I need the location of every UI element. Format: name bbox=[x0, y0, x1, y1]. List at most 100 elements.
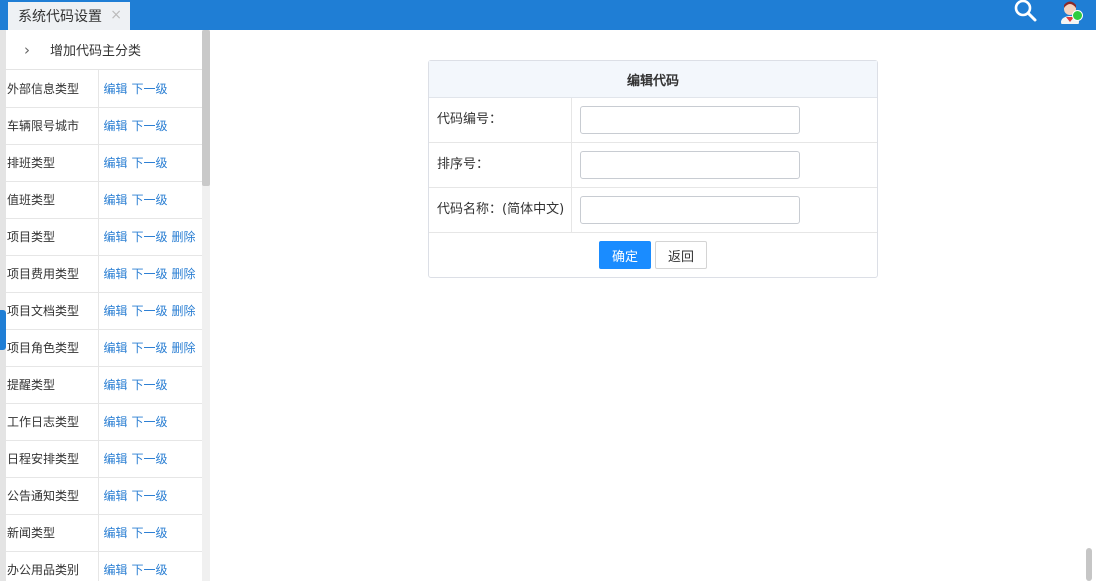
add-root-label: 增加代码主分类 bbox=[50, 44, 142, 59]
back-button[interactable]: 返回 bbox=[655, 241, 707, 269]
confirm-button[interactable]: 确定 bbox=[599, 241, 651, 269]
online-status-dot bbox=[1072, 10, 1083, 21]
next-level-link[interactable]: 下一级 bbox=[132, 267, 168, 281]
page-scrollbar-thumb[interactable] bbox=[1086, 548, 1092, 581]
category-name: 外部信息类型 bbox=[6, 70, 99, 108]
row-actions: 编辑 下一级 bbox=[98, 514, 202, 552]
delete-link[interactable]: 删除 bbox=[172, 304, 196, 318]
row-actions: 编辑 下一级 bbox=[98, 181, 202, 219]
form-row-sort-number: 排序号： bbox=[429, 143, 877, 188]
category-name: 项目角色类型 bbox=[6, 329, 99, 367]
next-level-link[interactable]: 下一级 bbox=[132, 82, 168, 96]
edit-link[interactable]: 编辑 bbox=[104, 526, 128, 540]
row-actions: 编辑 下一级 bbox=[98, 440, 202, 478]
tab-system-code-settings[interactable]: 系统代码设置 × bbox=[8, 2, 130, 30]
next-level-link[interactable]: 下一级 bbox=[132, 341, 168, 355]
next-level-link[interactable]: 下一级 bbox=[132, 156, 168, 170]
category-name: 项目费用类型 bbox=[6, 255, 99, 293]
next-level-link[interactable]: 下一级 bbox=[132, 119, 168, 133]
delete-link[interactable]: 删除 bbox=[172, 230, 196, 244]
form-row-code-name: 代码名称：(简体中文) bbox=[429, 188, 877, 233]
edit-link[interactable]: 编辑 bbox=[104, 415, 128, 429]
code-tree-panel: › 增加代码主分类 外部信息类型 编辑 下一级 车辆限号城市 编辑 下一级 排班类型 编辑 下一… bbox=[0, 30, 210, 581]
table-row: 提醒类型 编辑 下一级 bbox=[6, 366, 202, 404]
code-name-label: 代码名称：(简体中文) bbox=[429, 188, 572, 232]
add-root-category[interactable]: › 增加代码主分类 bbox=[6, 30, 202, 70]
code-category-table: 外部信息类型 编辑 下一级 车辆限号城市 编辑 下一级 排班类型 编辑 下一级 值班类型 编辑 下一级… bbox=[6, 70, 202, 581]
category-name: 工作日志类型 bbox=[6, 403, 99, 441]
row-actions: 编辑 下一级 bbox=[98, 477, 202, 515]
left-scrollbar-thumb[interactable] bbox=[202, 30, 210, 186]
category-name: 新闻类型 bbox=[6, 514, 99, 552]
table-row: 公告通知类型 编辑 下一级 bbox=[6, 477, 202, 515]
edit-link[interactable]: 编辑 bbox=[104, 489, 128, 503]
category-name: 日程安排类型 bbox=[6, 440, 99, 478]
next-level-link[interactable]: 下一级 bbox=[132, 526, 168, 540]
form-title: 编辑代码 bbox=[429, 61, 877, 98]
category-name: 值班类型 bbox=[6, 181, 99, 219]
edit-link[interactable]: 编辑 bbox=[104, 267, 128, 281]
table-row: 项目角色类型 编辑 下一级 删除 bbox=[6, 329, 202, 367]
row-actions: 编辑 下一级 bbox=[98, 551, 202, 581]
panel-edge bbox=[0, 30, 6, 581]
table-row: 日程安排类型 编辑 下一级 bbox=[6, 440, 202, 478]
sort-number-input[interactable] bbox=[580, 151, 800, 179]
row-actions: 编辑 下一级 bbox=[98, 70, 202, 108]
tab-close-icon[interactable]: × bbox=[110, 7, 122, 23]
next-level-link[interactable]: 下一级 bbox=[132, 378, 168, 392]
edit-link[interactable]: 编辑 bbox=[104, 156, 128, 170]
row-actions: 编辑 下一级 bbox=[98, 107, 202, 145]
edit-link[interactable]: 编辑 bbox=[104, 119, 128, 133]
edit-link[interactable]: 编辑 bbox=[104, 230, 128, 244]
next-level-link[interactable]: 下一级 bbox=[132, 230, 168, 244]
code-number-label: 代码编号： bbox=[429, 98, 572, 142]
table-row: 办公用品类别 编辑 下一级 bbox=[6, 551, 202, 581]
tab-title: 系统代码设置 bbox=[18, 9, 102, 25]
edit-link[interactable]: 编辑 bbox=[104, 563, 128, 577]
row-actions: 编辑 下一级 删除 bbox=[98, 292, 202, 330]
search-icon[interactable] bbox=[1012, 0, 1040, 24]
table-row: 新闻类型 编辑 下一级 bbox=[6, 514, 202, 552]
category-name: 办公用品类别 bbox=[6, 551, 99, 581]
code-number-input[interactable] bbox=[580, 106, 800, 134]
table-row: 外部信息类型 编辑 下一级 bbox=[6, 70, 202, 108]
category-name: 提醒类型 bbox=[6, 366, 99, 404]
row-actions: 编辑 下一级 bbox=[98, 144, 202, 182]
category-name: 项目文档类型 bbox=[6, 292, 99, 330]
next-level-link[interactable]: 下一级 bbox=[132, 415, 168, 429]
table-row: 项目文档类型 编辑 下一级 删除 bbox=[6, 292, 202, 330]
table-row: 值班类型 编辑 下一级 bbox=[6, 181, 202, 219]
row-actions: 编辑 下一级 删除 bbox=[98, 218, 202, 256]
next-level-link[interactable]: 下一级 bbox=[132, 193, 168, 207]
table-row: 项目类型 编辑 下一级 删除 bbox=[6, 218, 202, 256]
code-name-input[interactable] bbox=[580, 196, 800, 224]
delete-link[interactable]: 删除 bbox=[172, 267, 196, 281]
category-name: 排班类型 bbox=[6, 144, 99, 182]
next-level-link[interactable]: 下一级 bbox=[132, 452, 168, 466]
table-row: 工作日志类型 编辑 下一级 bbox=[6, 403, 202, 441]
panel-collapse-handle[interactable] bbox=[0, 310, 6, 350]
category-name: 公告通知类型 bbox=[6, 477, 99, 515]
category-name: 项目类型 bbox=[6, 218, 99, 256]
table-row: 项目费用类型 编辑 下一级 删除 bbox=[6, 255, 202, 293]
top-bar: 系统代码设置 × bbox=[0, 0, 1096, 30]
edit-link[interactable]: 编辑 bbox=[104, 304, 128, 318]
next-level-link[interactable]: 下一级 bbox=[132, 563, 168, 577]
table-row: 排班类型 编辑 下一级 bbox=[6, 144, 202, 182]
edit-link[interactable]: 编辑 bbox=[104, 378, 128, 392]
edit-link[interactable]: 编辑 bbox=[104, 341, 128, 355]
chevron-right-icon: › bbox=[24, 40, 30, 59]
next-level-link[interactable]: 下一级 bbox=[132, 489, 168, 503]
delete-link[interactable]: 删除 bbox=[172, 341, 196, 355]
row-actions: 编辑 下一级 bbox=[98, 366, 202, 404]
form-actions: 确定 返回 bbox=[429, 233, 877, 277]
edit-code-form: 编辑代码 代码编号： 排序号： 代码名称：(简体中文) 确定 返回 bbox=[428, 60, 878, 278]
table-row: 车辆限号城市 编辑 下一级 bbox=[6, 107, 202, 145]
sort-number-label: 排序号： bbox=[429, 143, 572, 187]
row-actions: 编辑 下一级 bbox=[98, 403, 202, 441]
row-actions: 编辑 下一级 删除 bbox=[98, 329, 202, 367]
next-level-link[interactable]: 下一级 bbox=[132, 304, 168, 318]
edit-link[interactable]: 编辑 bbox=[104, 193, 128, 207]
edit-link[interactable]: 编辑 bbox=[104, 82, 128, 96]
edit-link[interactable]: 编辑 bbox=[104, 452, 128, 466]
